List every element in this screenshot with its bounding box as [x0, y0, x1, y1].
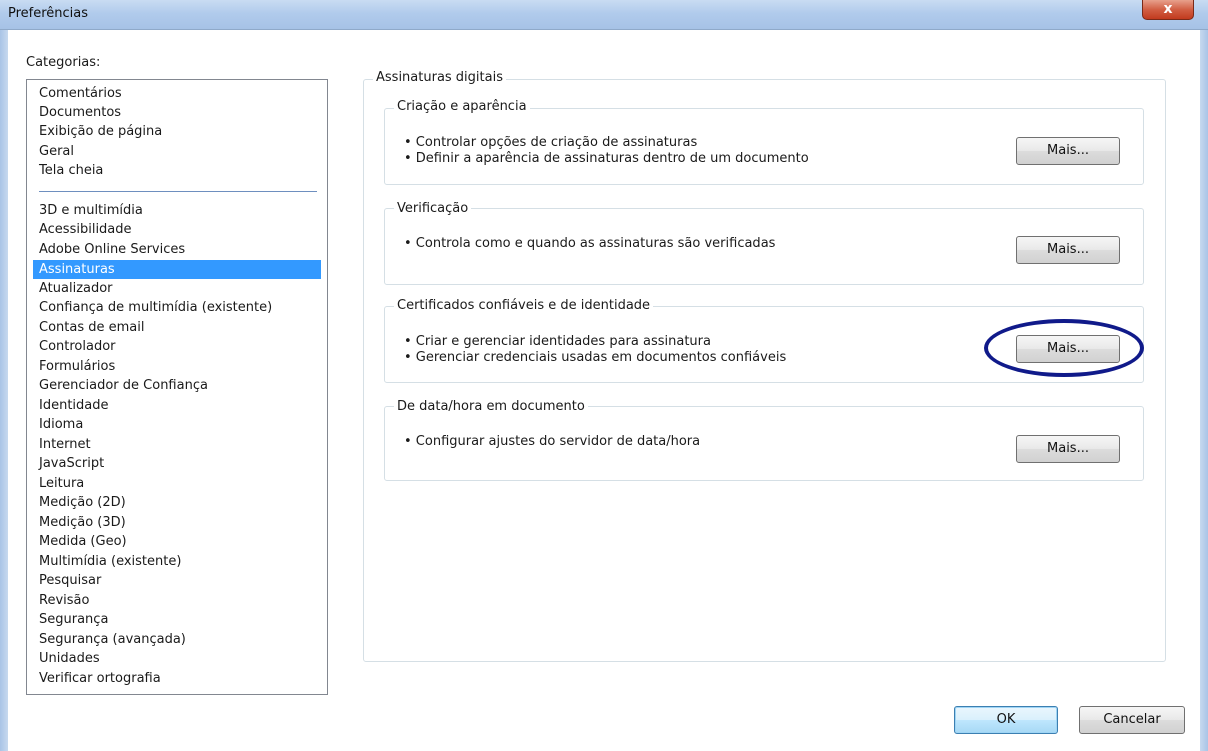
category-item[interactable]: Adobe Online Services: [33, 240, 321, 259]
ok-button[interactable]: OK: [954, 706, 1058, 734]
category-item[interactable]: Geral: [33, 142, 321, 161]
category-item[interactable]: Confiança de multimídia (existente): [33, 298, 321, 317]
category-item[interactable]: Contas de email: [33, 318, 321, 337]
category-item[interactable]: Gerenciador de Confiança: [33, 376, 321, 395]
close-icon: x: [1163, 1, 1173, 17]
verification-more-button[interactable]: Mais...: [1016, 236, 1120, 264]
category-separator: [39, 191, 317, 192]
category-item[interactable]: Revisão: [33, 591, 321, 610]
section-title: Certificados confiáveis e de identidade: [394, 298, 654, 313]
category-item[interactable]: Multimídia (existente): [33, 552, 321, 571]
section-bullet: • Controlar opções de criação de assinat…: [404, 135, 698, 150]
category-item[interactable]: Exibição de página: [33, 122, 321, 141]
section-bullet: • Controla como e quando as assinaturas …: [404, 236, 776, 251]
title-bar: Preferências x: [0, 0, 1208, 30]
category-item[interactable]: Segurança: [33, 610, 321, 629]
section-bullet: • Configurar ajustes do servidor de data…: [404, 434, 701, 449]
digital-signatures-title: Assinaturas digitais: [373, 70, 506, 85]
category-item[interactable]: Formulários: [33, 357, 321, 376]
category-item[interactable]: JavaScript: [33, 454, 321, 473]
category-item[interactable]: Verificar ortografia: [33, 669, 321, 688]
section-bullet: • Gerenciar credenciais usadas em docume…: [404, 350, 787, 365]
category-item[interactable]: Idioma: [33, 415, 321, 434]
category-item[interactable]: Controlador: [33, 337, 321, 356]
category-item[interactable]: Medição (2D): [33, 493, 321, 512]
section-title: Verificação: [394, 201, 472, 216]
category-item[interactable]: Medida (Geo): [33, 532, 321, 551]
window-frame-left: [0, 30, 8, 751]
window-title: Preferências: [8, 6, 89, 21]
category-item-selected[interactable]: Assinaturas: [33, 260, 321, 279]
close-button[interactable]: x: [1142, 0, 1194, 20]
creation-appearance-more-button[interactable]: Mais...: [1016, 137, 1120, 165]
category-item[interactable]: Tela cheia: [33, 161, 321, 180]
section-title: De data/hora em documento: [394, 399, 588, 414]
section-bullet: • Definir a aparência de assinaturas den…: [404, 151, 809, 166]
cancel-button[interactable]: Cancelar: [1079, 706, 1185, 734]
category-item[interactable]: Documentos: [33, 103, 321, 122]
category-item[interactable]: Atualizador: [33, 279, 321, 298]
category-item[interactable]: Medição (3D): [33, 513, 321, 532]
trusted-certificates-more-button[interactable]: Mais...: [1016, 335, 1120, 363]
category-item[interactable]: Acessibilidade: [33, 220, 321, 239]
category-item[interactable]: 3D e multimídia: [33, 201, 321, 220]
section-title: Criação e aparência: [394, 99, 530, 114]
category-item[interactable]: Identidade: [33, 396, 321, 415]
category-item[interactable]: Unidades: [33, 649, 321, 668]
category-item[interactable]: Comentários: [33, 84, 321, 103]
category-item[interactable]: Pesquisar: [33, 571, 321, 590]
document-timestamp-more-button[interactable]: Mais...: [1016, 435, 1120, 463]
window-frame-right: [1200, 30, 1208, 751]
category-item[interactable]: Leitura: [33, 474, 321, 493]
categories-list[interactable]: Comentários Documentos Exibição de págin…: [26, 79, 328, 695]
category-item[interactable]: Internet: [33, 435, 321, 454]
category-item[interactable]: Segurança (avançada): [33, 630, 321, 649]
categories-label: Categorias:: [26, 55, 101, 70]
section-bullet: • Criar e gerenciar identidades para ass…: [404, 334, 711, 349]
